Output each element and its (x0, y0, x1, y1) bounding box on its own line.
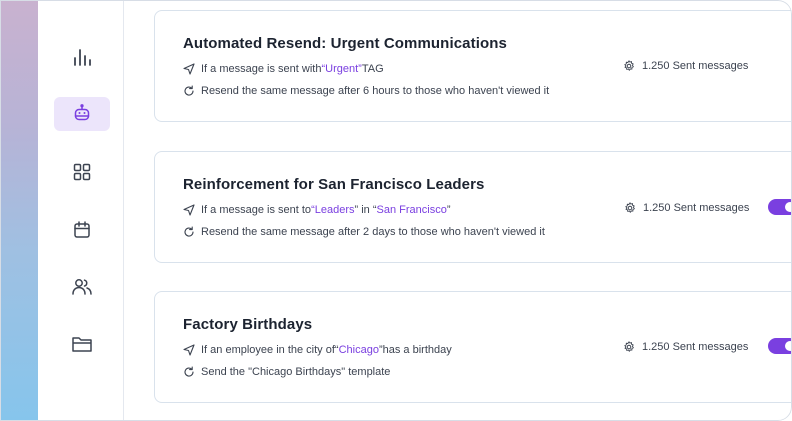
tag-urgent: Urgent (325, 63, 359, 75)
sidebar-item-dashboard[interactable] (54, 155, 110, 189)
gear-icon (625, 202, 635, 213)
send-icon (183, 344, 195, 356)
automation-card[interactable]: Automated Resend: Urgent Communications … (154, 10, 792, 122)
chevron-down-icon[interactable] (78, 0, 92, 6)
automation-card[interactable]: Reinforcement for San Francisco Leaders … (154, 151, 792, 263)
decorative-gradient-strip (0, 0, 38, 421)
trigger-mid: ” in “ (354, 204, 377, 216)
card-title: Factory Birthdays (183, 316, 313, 333)
action-text: Resend the same message after 6 hours to… (201, 85, 550, 97)
sent-stats: 1.250 Sent messages (624, 202, 749, 214)
gear-icon (624, 341, 634, 352)
active-toggle[interactable] (768, 338, 792, 354)
app-window: Automated Resend: Urgent Communications … (0, 0, 792, 421)
action-line: Send the "Chicago Birthdays" template (183, 366, 390, 378)
trigger-suffix: TAG (361, 63, 384, 75)
sent-count: 1.250 Sent messages (643, 202, 750, 214)
group-leaders: Leaders (314, 204, 355, 216)
trigger-text: If an employee in the city of (201, 344, 335, 356)
action-text: Resend the same message after 2 days to … (201, 226, 545, 238)
trigger-line: If an employee in the city of “Chicago” … (183, 344, 452, 356)
gear-icon (624, 60, 634, 71)
trigger-text: If a message is sent with (201, 63, 322, 75)
sidebar-item-automations[interactable] (54, 97, 110, 131)
trigger-suffix: has a birthday (382, 344, 452, 356)
sent-count: 1.250 Sent messages (642, 341, 749, 353)
automation-card[interactable]: Factory Birthdays If an employee in the … (154, 291, 792, 403)
action-text: Send the "Chicago Birthdays" template (201, 366, 391, 378)
sidebar-item-users[interactable] (54, 270, 110, 304)
action-line: Resend the same message after 6 hours to… (183, 85, 549, 97)
toggle-knob (785, 341, 792, 351)
city-chicago: Chicago (338, 344, 379, 356)
refresh-icon (184, 85, 194, 96)
grid-icon (73, 163, 91, 181)
trigger-text: If a message is sent to (201, 204, 312, 216)
sidebar-item-files[interactable] (54, 327, 110, 361)
city-san-francisco: San Francisco (376, 204, 447, 216)
sent-count: 1.250 Sent messages (642, 60, 749, 72)
trigger-line: If a message is sent to “Leaders” in “Sa… (183, 204, 450, 216)
refresh-icon (184, 226, 194, 237)
sent-stats: 1.250 Sent messages (623, 60, 748, 72)
folder-icon (72, 337, 92, 352)
refresh-icon (184, 366, 194, 377)
card-title: Automated Resend: Urgent Communications (183, 35, 507, 52)
sidebar-item-analytics[interactable] (54, 40, 110, 74)
send-icon (183, 204, 195, 216)
active-toggle[interactable] (768, 199, 792, 215)
toggle-knob (785, 202, 792, 212)
calendar-icon (74, 221, 90, 238)
analytics-icon (74, 49, 91, 66)
send-icon (183, 63, 195, 75)
card-title: Reinforcement for San Francisco Leaders (183, 176, 485, 193)
sent-stats: 1.250 Sent messages (623, 341, 748, 353)
quote-close: ” (446, 204, 451, 216)
action-line: Resend the same message after 2 days to … (183, 226, 545, 238)
users-icon (72, 279, 92, 295)
sidebar-item-calendar[interactable] (54, 213, 110, 247)
sidebar (38, 0, 124, 421)
robot-icon (74, 104, 90, 121)
trigger-line: If a message is sent with “Urgent” TAG (183, 63, 384, 75)
